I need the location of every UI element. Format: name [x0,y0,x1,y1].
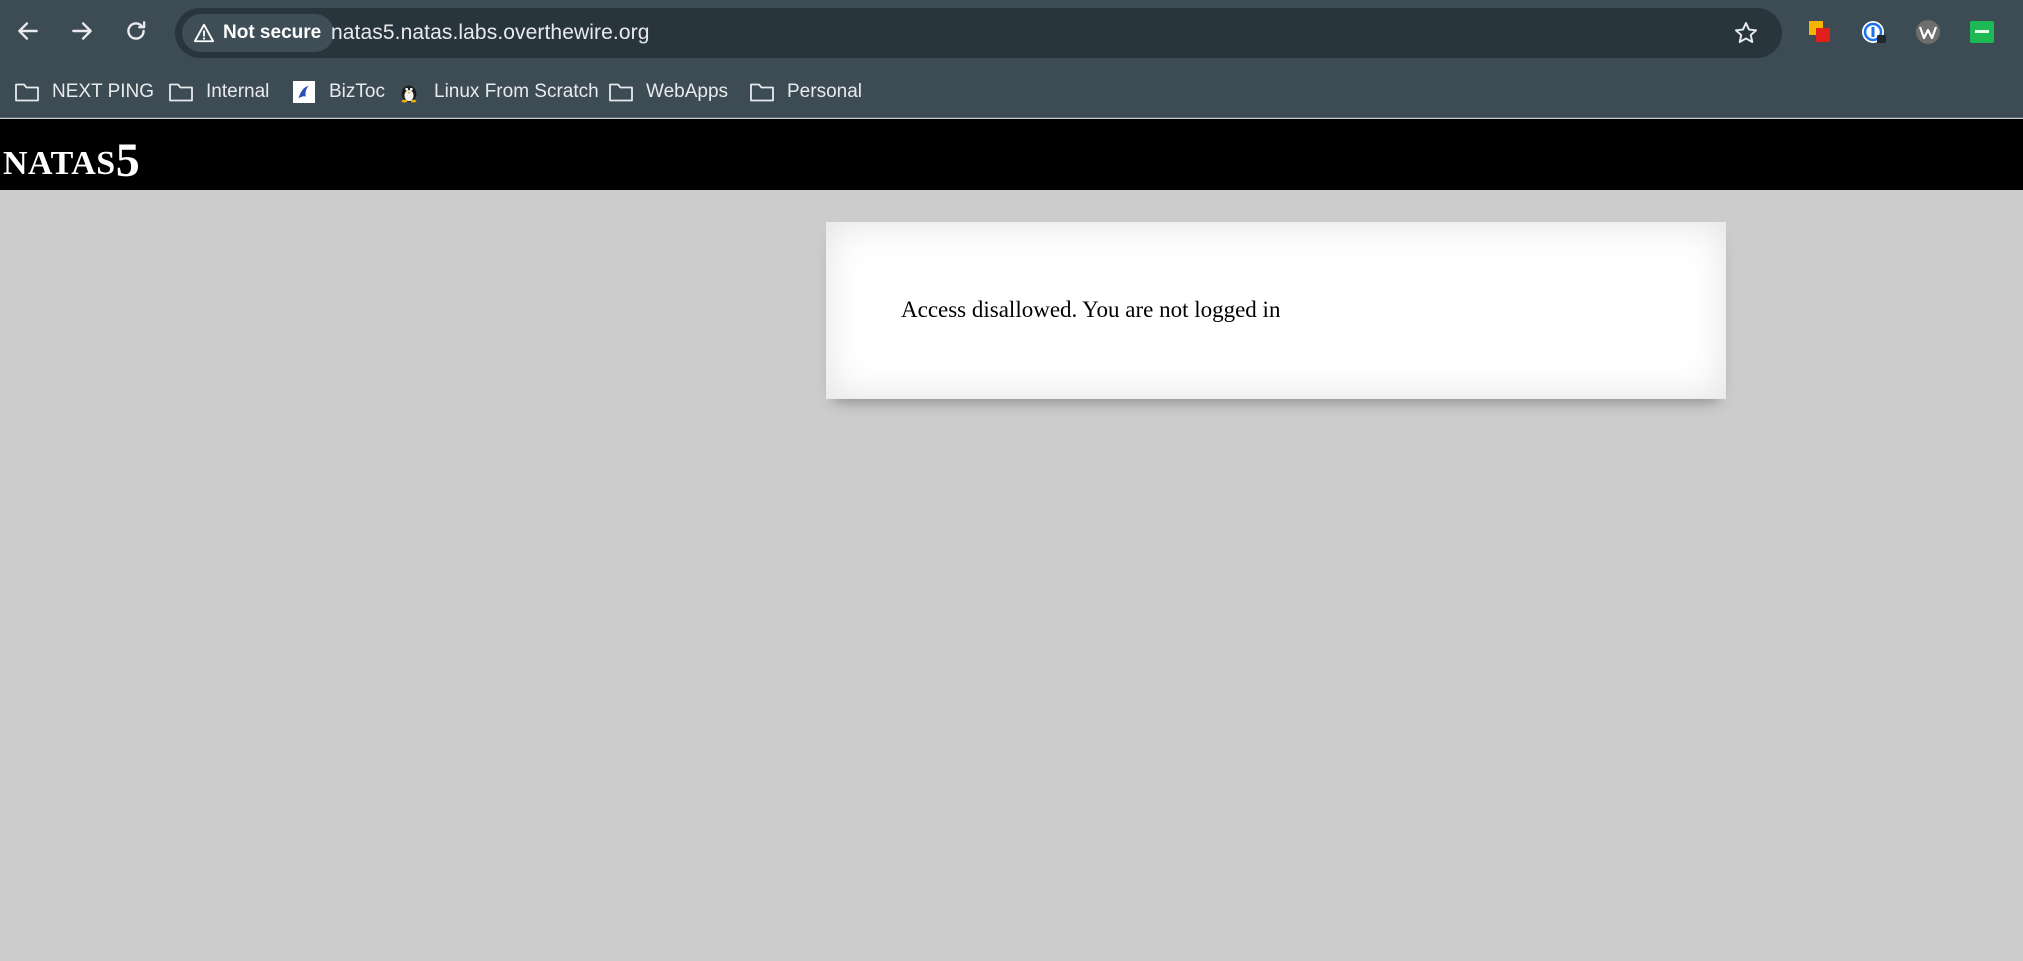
reload-button[interactable] [116,11,156,51]
site-title-prefix: NATAS [3,145,116,182]
bookmark-folder-next-ping[interactable]: NEXT PING [14,76,154,108]
security-label: Not secure [223,22,322,43]
browser-toolbar: Not secure natas5.natas.labs.overthewire… [0,0,2023,66]
forward-arrow-icon [72,22,92,40]
bookmark-label: NEXT PING [52,81,155,102]
back-button[interactable] [8,11,48,51]
folder-icon [750,83,774,102]
bookmark-folder-webapps[interactable]: WebApps [608,76,728,108]
site-title: NATAS5 [3,135,140,185]
extension-icon[interactable] [1968,18,1996,46]
extension-icon[interactable] [1914,18,1942,46]
bookmark-folder-internal[interactable]: Internal [168,76,269,108]
bookmark-star-button[interactable] [1729,16,1763,50]
folder-icon [169,83,193,102]
star-icon [1734,22,1758,43]
bookmark-label: WebApps [646,81,729,102]
biztoc-favicon [293,81,315,103]
back-arrow-icon [18,22,38,40]
forward-button[interactable] [62,11,102,51]
address-bar[interactable]: Not secure natas5.natas.labs.overthewire… [175,8,1782,58]
extension-icon[interactable] [1806,18,1834,46]
access-message: Access disallowed. You are not logged in [901,297,1281,322]
site-header: NATAS5 [0,119,2023,190]
content-panel: Access disallowed. You are not logged in [826,222,1726,399]
security-indicator[interactable]: Not secure [182,14,335,52]
bookmark-linux-from-scratch[interactable]: Linux From Scratch [396,76,599,108]
url-text[interactable]: natas5.natas.labs.overthewire.org [331,8,649,58]
site-title-number: 5 [115,134,141,187]
bookmark-label: Internal [206,81,270,102]
reload-icon [127,21,146,40]
bookmarks-bar: NEXT PING Internal BizToc Linux From Scr… [0,66,2023,118]
warning-triangle-icon [193,23,215,43]
bookmark-label: Linux From Scratch [434,81,599,102]
bookmark-label: Personal [787,81,862,102]
bookmark-folder-personal[interactable]: Personal [749,76,862,108]
extension-icon[interactable] [1860,18,1888,46]
lfs-favicon [401,85,417,103]
bookmark-label: BizToc [329,81,385,102]
folder-icon [609,83,633,102]
bookmark-biztoc[interactable]: BizToc [291,76,385,108]
folder-icon [15,83,39,102]
